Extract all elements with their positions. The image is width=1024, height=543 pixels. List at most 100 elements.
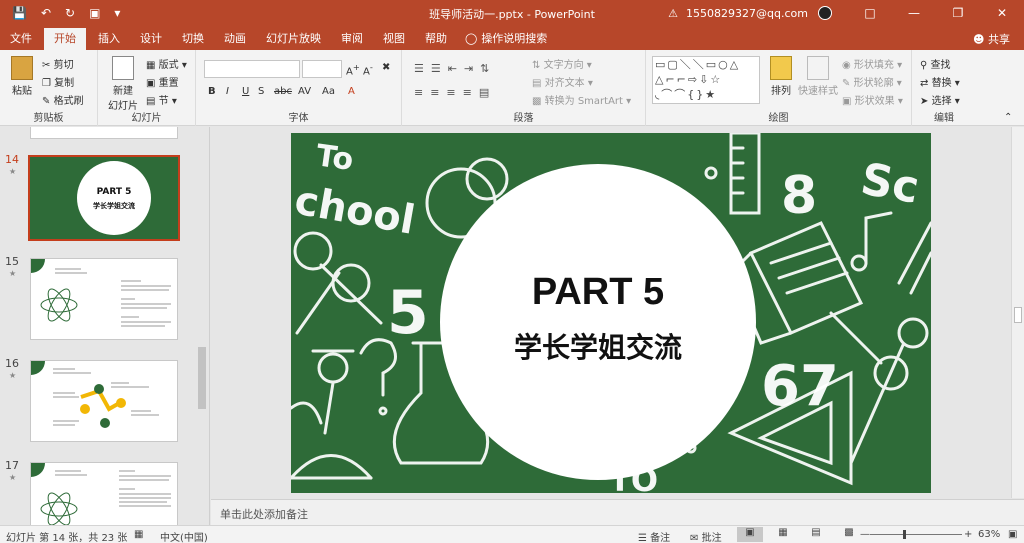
tell-me-search[interactable]: ◯ 操作说明搜索 <box>457 28 555 50</box>
shape-effects-button[interactable]: ▣ 形状效果 ▾ <box>842 92 903 107</box>
underline-button[interactable]: U <box>242 86 249 97</box>
layout-button[interactable]: ▦ 版式 ▾ <box>146 56 187 71</box>
slide-thumbnail[interactable] <box>30 127 178 139</box>
language-status[interactable]: 中文(中国) <box>160 529 208 543</box>
slide-number: 17 <box>5 459 19 472</box>
comments-button[interactable]: ✉ 批注 <box>690 529 722 543</box>
slide-sorter-icon[interactable]: ▦ <box>770 527 796 542</box>
save-icon[interactable]: 💾 <box>12 6 27 20</box>
group-editing: ⚲ 查找 ⇄ 替换 ▾ ➤ 选择 ▾ 编辑 <box>912 50 976 126</box>
slideshow-icon[interactable]: ▣ <box>89 6 100 20</box>
font-color-icon[interactable]: A <box>348 86 355 97</box>
section-button[interactable]: ▤ 节 ▾ <box>146 92 177 107</box>
scrollbar-thumb[interactable] <box>198 347 206 409</box>
slide-thumbnail[interactable] <box>30 360 178 442</box>
quick-styles-button[interactable]: 快速样式 <box>798 56 838 97</box>
new-slide-button[interactable]: 新建 幻灯片 <box>106 56 140 112</box>
account-name[interactable]: 1550829327@qq.com <box>686 7 808 20</box>
thumb-atom-graphic <box>40 470 171 525</box>
doodle-text: 5 <box>387 278 429 348</box>
paste-button[interactable]: 粘贴 <box>8 56 36 97</box>
tab-home[interactable]: 开始 <box>44 28 86 50</box>
share-button[interactable]: ☻ 共享 <box>973 31 1010 47</box>
copy-button[interactable]: ❐ 复制 <box>42 74 74 89</box>
font-size-combo[interactable] <box>302 60 342 78</box>
slide-number: 14 <box>5 153 19 166</box>
accessibility-icon[interactable]: ▦ <box>134 529 143 540</box>
zoom-slider[interactable] <box>870 534 962 535</box>
minimize-button[interactable]: — <box>892 0 936 26</box>
align-buttons[interactable]: ≡≡≡≡▤ <box>414 86 496 99</box>
doodle-text: 8 <box>781 166 817 226</box>
animation-star-icon: ★ <box>9 167 17 176</box>
strikethrough-button[interactable]: abc <box>274 86 292 97</box>
zoom-out-button[interactable]: — <box>860 529 870 540</box>
slide-thumbnail[interactable] <box>30 258 178 340</box>
normal-view-icon[interactable]: ▣ <box>737 527 763 542</box>
shadow-button[interactable]: S <box>258 86 264 97</box>
collapse-ribbon-icon[interactable]: ⌃ <box>1004 112 1012 123</box>
slide-thumbnail-selected[interactable]: PART 5 学长学姐交流 <box>28 155 180 241</box>
change-case-button[interactable]: Aa <box>322 86 335 97</box>
zoom-slider-thumb[interactable] <box>903 530 906 539</box>
avatar[interactable] <box>818 6 832 20</box>
tab-design[interactable]: 设计 <box>130 28 172 50</box>
warning-icon[interactable]: ⚠ <box>668 7 678 20</box>
tab-transitions[interactable]: 切换 <box>172 28 214 50</box>
fit-slide-icon[interactable]: ▣ <box>1008 529 1017 540</box>
slide-subtitle[interactable]: 学长学姐交流 <box>440 326 756 366</box>
slide-scrollbar[interactable] <box>1011 127 1024 498</box>
char-spacing-button[interactable]: AV <box>298 86 311 97</box>
select-button[interactable]: ➤ 选择 ▾ <box>920 92 960 107</box>
tab-slideshow[interactable]: 幻灯片放映 <box>256 28 331 50</box>
slide-canvas[interactable]: To chool 8 Sc 5 67 TO PART 5 学长学姐交流 <box>291 133 931 493</box>
arrange-button[interactable]: 排列 <box>766 56 796 97</box>
thumb-flow-graphic <box>53 368 159 428</box>
format-painter-button[interactable]: ✎ 格式刷 <box>42 92 84 107</box>
convert-smartart-button[interactable]: ▩ 转换为 SmartArt ▾ <box>532 92 631 107</box>
thumbnail-scrollbar[interactable] <box>197 127 207 525</box>
cut-button[interactable]: ✂ 剪切 <box>42 56 74 71</box>
customize-icon[interactable]: ▾ <box>114 6 120 20</box>
slide-title[interactable]: PART 5 <box>440 271 756 314</box>
redo-icon[interactable]: ↻ <box>65 6 75 20</box>
group-label: 剪贴板 <box>33 113 64 124</box>
shape-fill-button[interactable]: ◉ 形状填充 ▾ <box>842 56 902 71</box>
font-grow-shrink[interactable]: A+ A- <box>346 62 373 77</box>
shape-outline-button[interactable]: ✎ 形状轮廓 ▾ <box>842 74 902 89</box>
tab-view[interactable]: 视图 <box>373 28 415 50</box>
close-button[interactable]: ✕ <box>980 0 1024 26</box>
zoom-in-button[interactable]: + <box>964 529 972 540</box>
font-name-combo[interactable] <box>204 60 300 78</box>
list-buttons[interactable]: ☰☰⇤⇥⇅ <box>414 62 496 75</box>
tab-file[interactable]: 文件 <box>0 28 42 50</box>
slideshow-view-icon[interactable]: ▩ <box>836 527 862 542</box>
scrollbar-thumb[interactable] <box>1014 307 1022 323</box>
notes-pane[interactable]: 单击此处添加备注 <box>211 499 1024 525</box>
tab-insert[interactable]: 插入 <box>88 28 130 50</box>
group-slides: 新建 幻灯片 ▦ 版式 ▾ ▣ 重置 ▤ 节 ▾ 幻灯片 <box>98 50 196 126</box>
ribbon-options-icon[interactable]: □ <box>848 0 892 26</box>
reset-button[interactable]: ▣ 重置 <box>146 74 179 89</box>
clipboard-icon <box>11 56 33 80</box>
text-direction-button[interactable]: ⇅ 文字方向 ▾ <box>532 56 592 71</box>
tab-review[interactable]: 审阅 <box>331 28 373 50</box>
replace-icon: ⇄ <box>920 78 929 89</box>
clear-format-icon[interactable]: ✖ <box>382 62 390 73</box>
bold-button[interactable]: B <box>208 86 216 97</box>
reading-view-icon[interactable]: ▤ <box>803 527 829 542</box>
italic-button[interactable]: I <box>226 86 229 97</box>
zoom-level[interactable]: 63% <box>978 529 1000 540</box>
restore-button[interactable]: ❐ <box>936 0 980 26</box>
replace-button[interactable]: ⇄ 替换 ▾ <box>920 74 960 89</box>
comment-icon: ✉ <box>690 533 699 543</box>
notes-button[interactable]: ☰ 备注 <box>638 529 670 543</box>
slide-thumbnail[interactable] <box>30 462 178 525</box>
find-button[interactable]: ⚲ 查找 <box>920 56 951 71</box>
tab-animations[interactable]: 动画 <box>214 28 256 50</box>
undo-icon[interactable]: ↶ <box>41 6 51 20</box>
group-label: 幻灯片 <box>131 113 162 124</box>
shapes-gallery[interactable]: ▭▢＼＼▭○△ △⌐⌐⇨⇩☆ ◟⌒⌒{}★ <box>652 56 760 104</box>
tab-help[interactable]: 帮助 <box>415 28 457 50</box>
align-text-button[interactable]: ▤ 对齐文本 ▾ <box>532 74 593 89</box>
